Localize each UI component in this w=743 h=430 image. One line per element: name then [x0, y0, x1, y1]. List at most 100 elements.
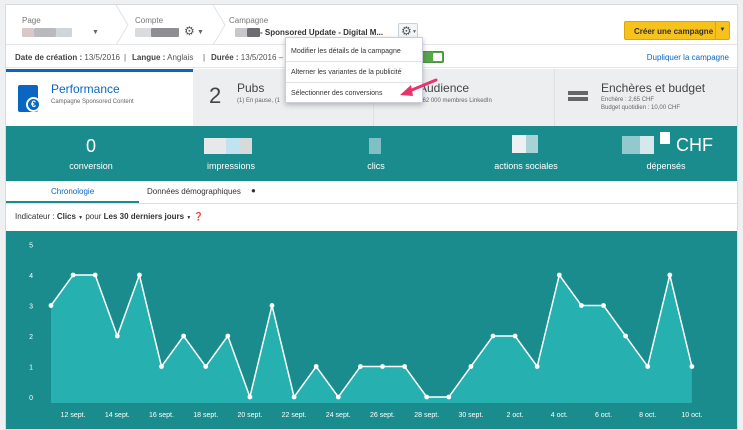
chevron-down-icon: ▼ [197, 29, 204, 36]
annotation-arrow [400, 78, 438, 96]
duration: Durée : 13/5/2016 – [211, 53, 284, 62]
campaign-name-redacted [235, 28, 247, 37]
duplicate-campaign-link[interactable]: Dupliquer la campagne [647, 53, 729, 62]
data-point [380, 364, 385, 369]
tab-demographics[interactable]: Données démographiques [147, 187, 241, 196]
menu-item-rotate-variants[interactable]: Alterner les variantes de la publicité [291, 69, 402, 76]
social-value-redacted [512, 135, 526, 153]
data-point [579, 303, 584, 308]
data-point [225, 333, 231, 339]
stat-spent: CHF dépensés [606, 126, 726, 181]
stat-conversion-label: conversion [69, 161, 113, 171]
x-tick-label: 30 sept. [458, 412, 483, 419]
page-name-redacted [22, 28, 34, 37]
data-point [468, 364, 474, 369]
x-tick-label: 12 sept. [61, 412, 86, 419]
data-point [247, 394, 253, 400]
chevron-down-icon: ▼ [92, 29, 99, 36]
menu-item-edit-details[interactable]: Modifier les détails de la campagne [291, 48, 401, 55]
data-point [269, 303, 275, 308]
indicator-row: Indicateur : Clics ▼ pour Les 30 dernier… [15, 212, 203, 221]
y-tick-label: 3 [29, 304, 33, 311]
card-bid-value: Enchère : 2,65 CHF [601, 97, 655, 103]
campaign-title: - Sponsored Update - Digital M... [260, 28, 384, 37]
y-tick-label: 5 [29, 243, 33, 250]
tab-timeline[interactable]: Chronologie [51, 187, 94, 196]
data-point [667, 272, 673, 278]
x-tick-label: 18 sept. [193, 412, 218, 419]
indicator-metric-select[interactable]: Clics [57, 212, 76, 221]
card-performance-sub: Campagne Sponsored Content [51, 99, 134, 105]
card-bids-budget[interactable]: Enchères et budget Enchère : 2,65 CHF Bu… [556, 69, 737, 126]
stat-spent-currency: CHF [676, 135, 713, 155]
meta-divider: | [124, 53, 127, 62]
performance-icon: € [18, 85, 41, 112]
clicks-area [51, 275, 692, 403]
menu-divider [286, 61, 422, 62]
menu-item-select-conversions[interactable]: Sélectionner des conversions [291, 90, 382, 97]
chevron-down-icon[interactable]: ▼ [715, 22, 729, 39]
card-performance-title: Performance [51, 82, 120, 96]
indicator-label: Indicateur : [15, 212, 55, 221]
clicks-value-redacted [369, 138, 381, 154]
spent-value-redacted [622, 136, 640, 154]
stat-clicks: clics [331, 126, 421, 181]
x-tick-label: 6 oct. [595, 412, 612, 419]
stat-conversion: 0 conversion [46, 126, 136, 181]
data-point [512, 333, 518, 339]
indicator-range-select[interactable]: Les 30 derniers jours [104, 212, 184, 221]
x-tick-label: 10 oct. [681, 412, 702, 419]
account-name-redacted [135, 28, 151, 37]
data-point [70, 272, 76, 278]
page-name-redacted [34, 28, 56, 37]
social-value-redacted [526, 135, 538, 153]
data-point [689, 364, 695, 369]
x-tick-label: 24 sept. [326, 412, 351, 419]
breadcrumb-page[interactable]: Page ▼ [22, 5, 117, 45]
breadcrumb-account-label: Compte [135, 16, 164, 25]
info-icon[interactable]: ● [251, 186, 256, 195]
data-point [601, 303, 606, 308]
page-name-redacted [56, 28, 72, 37]
breadcrumb-campaign-label: Campagne [229, 16, 269, 25]
active-tab-indicator [6, 201, 139, 203]
chart-svg: 0 1 2 3 4 5 12 sept. 14 sept. 16 sept. 18 sept. 20… [29, 243, 702, 420]
budget-icon [568, 91, 588, 103]
data-point [159, 364, 164, 369]
help-icon[interactable]: ❓ [194, 212, 204, 221]
create-campaign-button[interactable]: Créer une campagne ▼ [624, 21, 730, 40]
card-performance[interactable]: € Performance Campagne Sponsored Content [6, 69, 193, 126]
impressions-value-redacted [204, 138, 226, 154]
data-point [556, 272, 562, 278]
data-point [291, 394, 297, 400]
impressions-value-redacted [226, 138, 240, 154]
data-point [114, 333, 120, 339]
data-point [446, 394, 452, 400]
campaign-name-redacted [247, 28, 260, 37]
data-point [490, 333, 496, 339]
breadcrumb-separator [212, 5, 226, 45]
x-tick-label: 22 sept. [282, 412, 307, 419]
euro-icon: € [26, 97, 41, 112]
stat-impressions: impressions [186, 126, 276, 181]
data-point [48, 303, 54, 308]
campaign-manager-window: Page ▼ Compte ⚙ ▼ Campagne - Sponsored U… [5, 4, 738, 430]
language: Langue : Anglais [132, 53, 194, 62]
breadcrumb-separator [115, 5, 129, 45]
data-point [181, 333, 187, 339]
gear-icon[interactable]: ⚙ [184, 24, 195, 38]
account-name-redacted [151, 28, 179, 37]
breadcrumb-page-label: Page [22, 16, 41, 25]
spent-value-redacted [660, 132, 670, 144]
x-tick-label: 4 oct. [551, 412, 568, 419]
campaign-status-toggle[interactable] [420, 51, 444, 63]
spent-value-redacted [640, 136, 654, 154]
card-budget-value: Budget quotidien : 10,00 CHF [601, 105, 681, 111]
stat-social-actions: actions sociales [476, 126, 576, 181]
creation-date: Date de création : 13/5/2016 [15, 53, 120, 62]
breadcrumb-account[interactable]: Compte ⚙ ▼ [135, 5, 215, 45]
x-tick-label: 16 sept. [149, 412, 174, 419]
x-tick-label: 28 sept. [414, 412, 439, 419]
chevron-down-icon: ▼ [186, 215, 192, 221]
ads-count: 2 [209, 83, 222, 108]
